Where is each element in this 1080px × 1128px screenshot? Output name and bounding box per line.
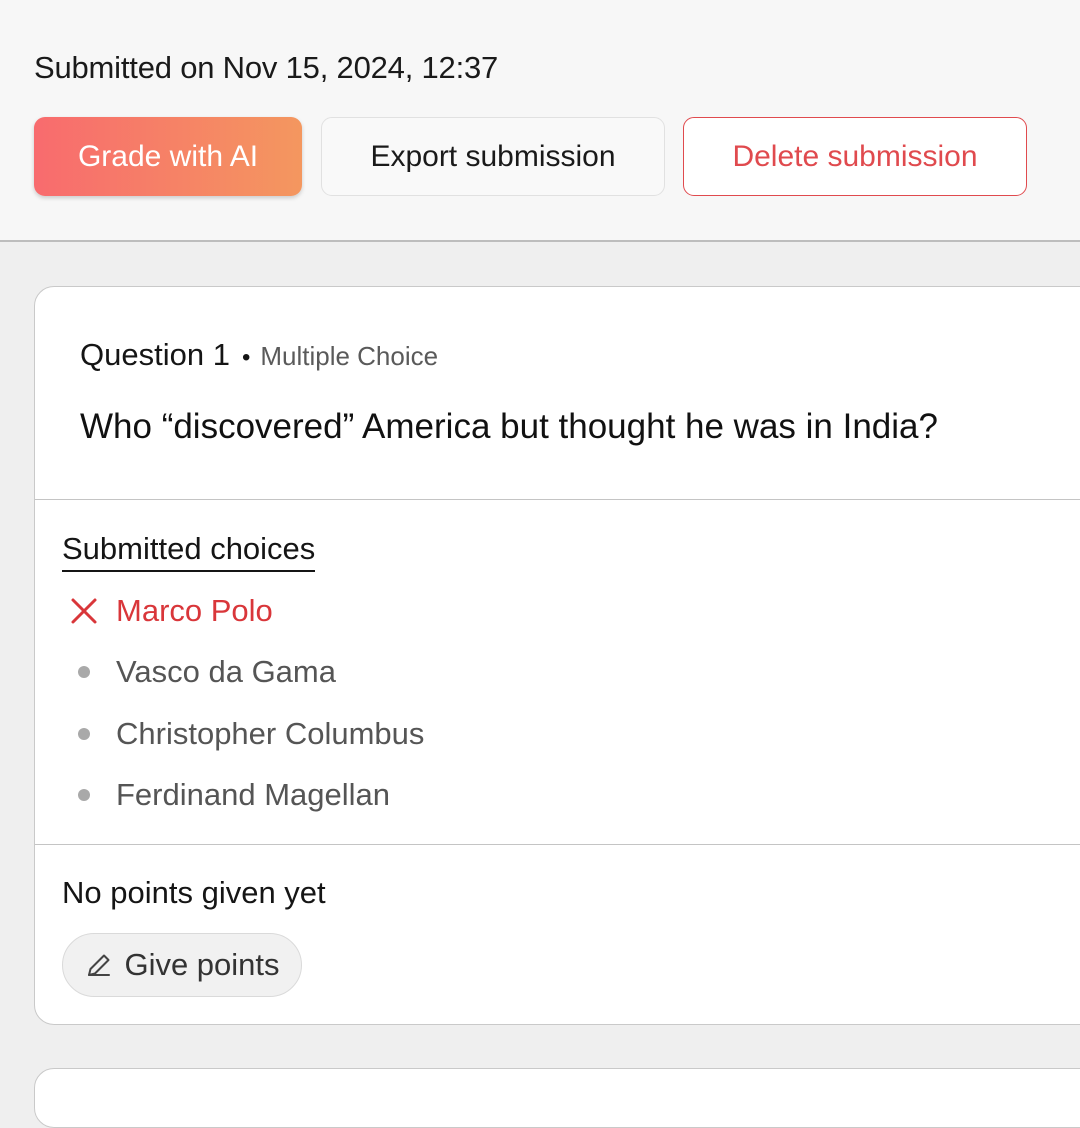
export-submission-button[interactable]: Export submission (321, 117, 665, 196)
submitted-choices-title: Submitted choices (62, 531, 316, 572)
choice-label: Christopher Columbus (116, 716, 425, 751)
submission-timestamp: Submitted on Nov 15, 2024, 12:37 (34, 50, 499, 85)
choice-item: Marco Polo (62, 591, 273, 631)
give-points-button[interactable]: Give points (62, 933, 302, 997)
question-text: Who “discovered” America but thought he … (80, 407, 938, 446)
separator-dot: • (241, 344, 251, 371)
give-points-label: Give points (124, 947, 280, 982)
grade-with-ai-button[interactable]: Grade with AI (34, 117, 302, 196)
question-card: Question 1 • Multiple Choice Who “discov… (34, 286, 1080, 1025)
question-number: Question 1 (80, 337, 230, 372)
next-question-card (34, 1068, 1080, 1128)
points-status: No points given yet (62, 875, 326, 910)
delete-submission-button[interactable]: Delete submission (683, 117, 1027, 196)
choice-label: Vasco da Gama (116, 654, 336, 689)
choice-label: Ferdinand Magellan (116, 777, 391, 812)
choice-item: Ferdinand Magellan (62, 775, 390, 815)
choice-item: Christopher Columbus (62, 714, 424, 754)
x-icon (62, 591, 105, 631)
bullet-icon (62, 652, 105, 692)
divider (35, 844, 1080, 845)
question-header: Question 1 • Multiple Choice (80, 337, 438, 373)
question-type: Multiple Choice (260, 341, 439, 371)
divider (35, 499, 1080, 500)
bullet-icon (62, 714, 105, 754)
submission-header: Submitted on Nov 15, 2024, 12:37 Grade w… (0, 0, 1080, 242)
bullet-icon (62, 775, 105, 815)
choice-label: Marco Polo (116, 593, 273, 628)
pencil-icon (84, 950, 114, 980)
choice-item: Vasco da Gama (62, 652, 336, 692)
